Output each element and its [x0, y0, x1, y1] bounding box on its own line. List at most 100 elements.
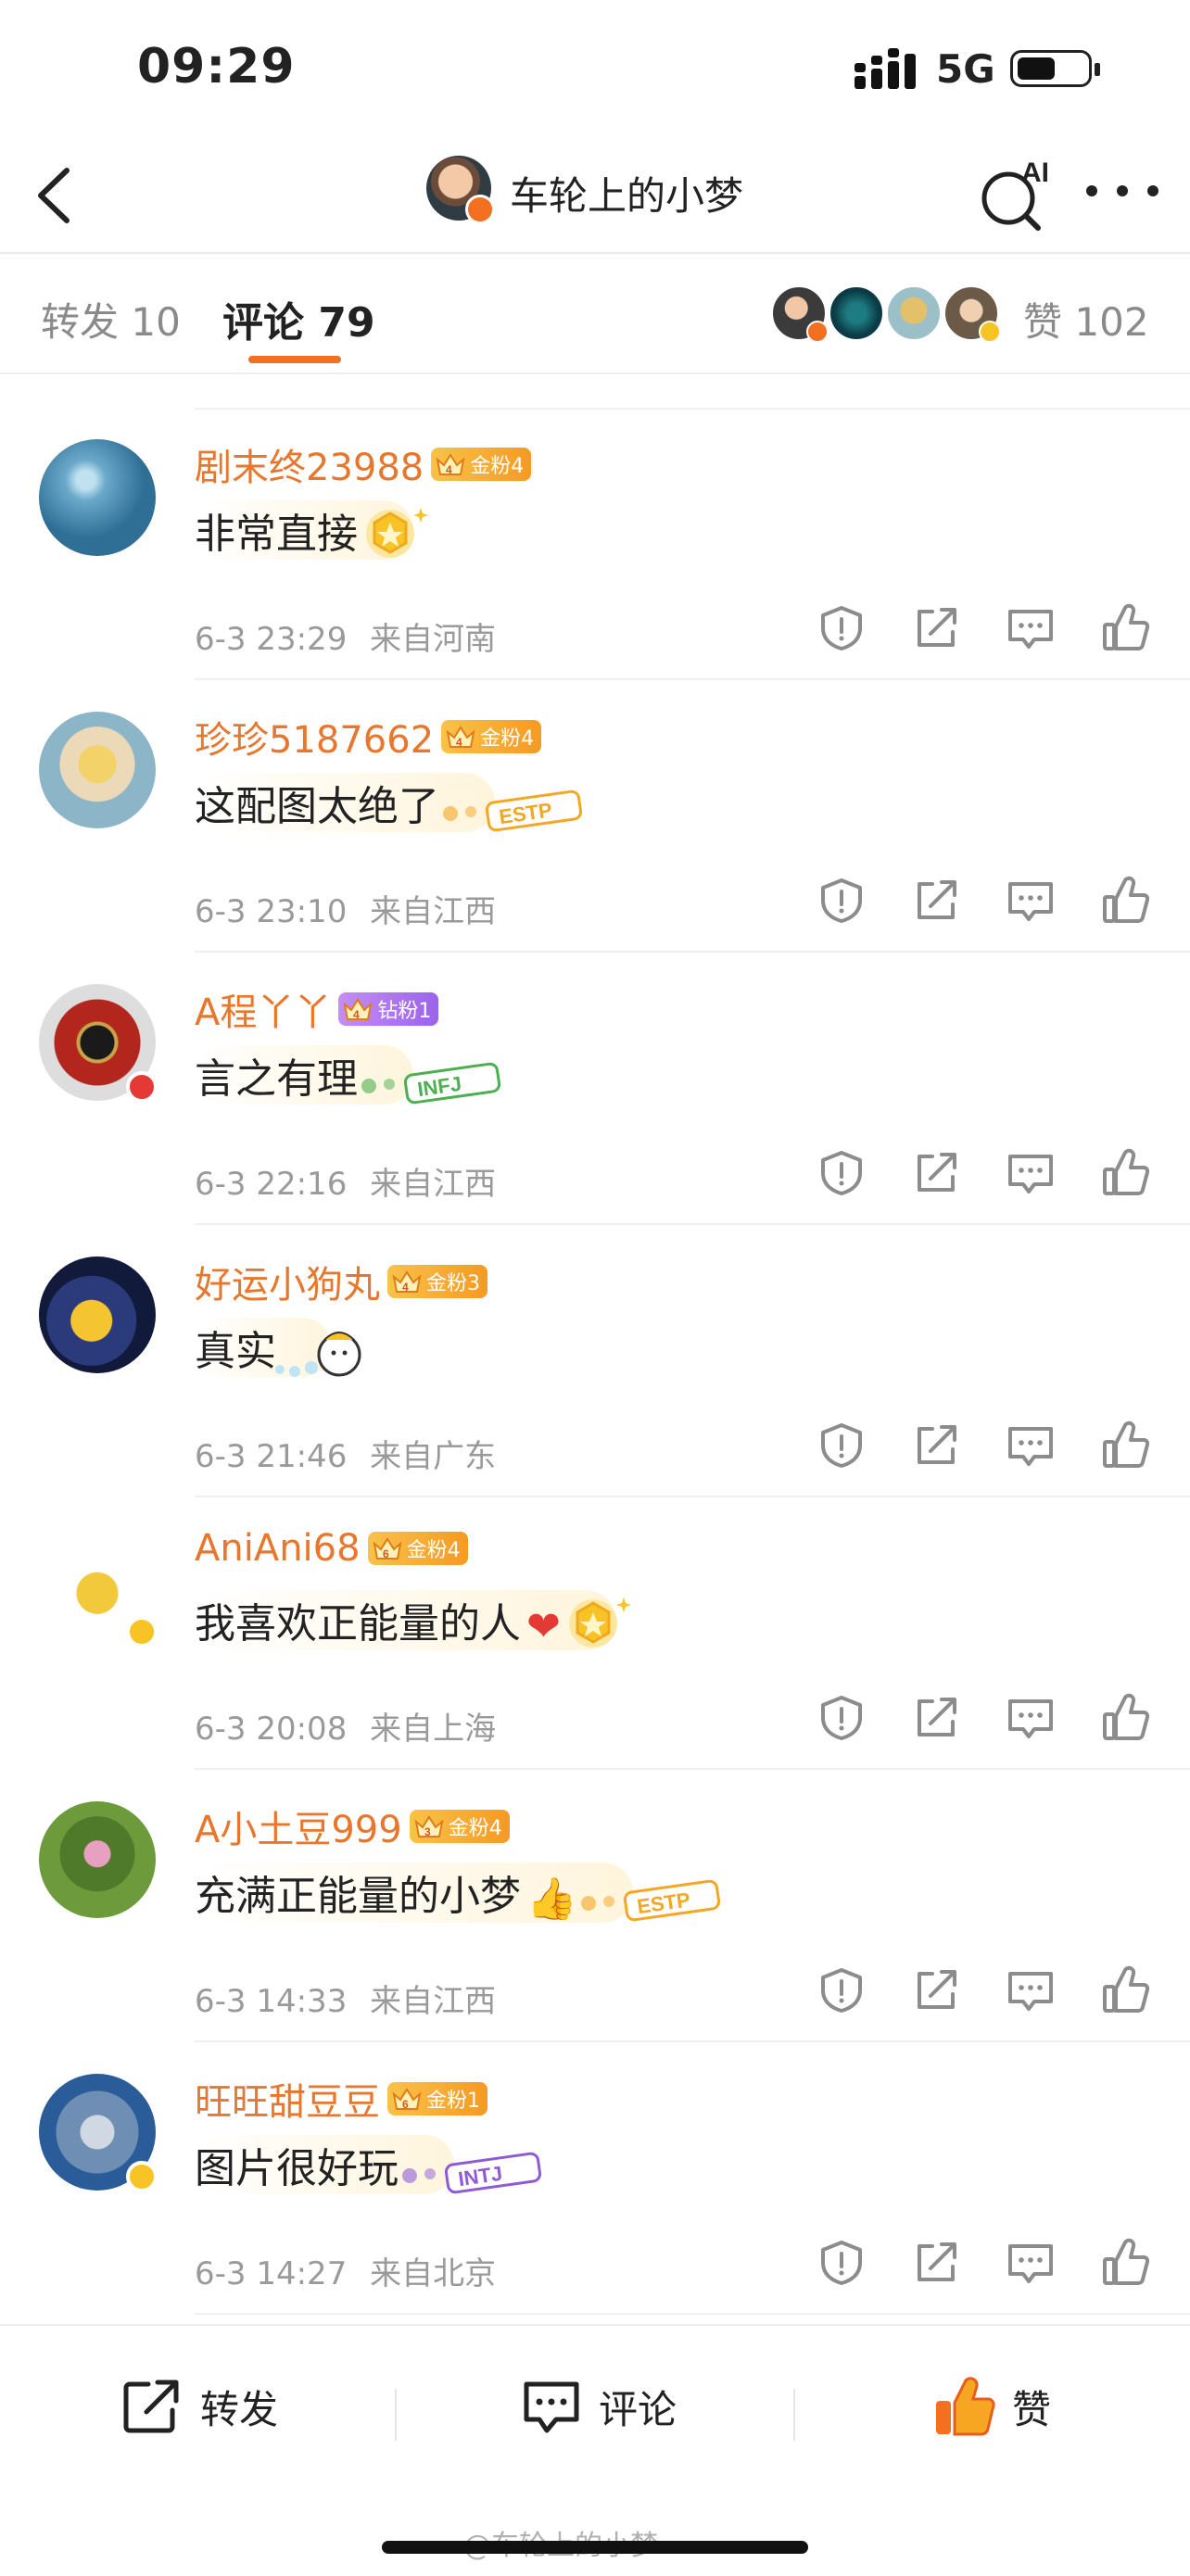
like-thumb-icon[interactable] [1099, 1692, 1151, 1744]
share-icon[interactable] [910, 1964, 962, 2016]
commenter-avatar[interactable] [39, 984, 158, 1103]
like-button[interactable]: 赞 [932, 2374, 1051, 2439]
commenter-name[interactable]: AniAni68 6 金粉4 [195, 1527, 468, 1570]
reply-icon[interactable] [1005, 602, 1057, 654]
like-thumb-icon[interactable] [1099, 1147, 1151, 1199]
comment-item[interactable]: A小土豆999 3 金粉4 充满正能量的小梦 👍 ESTP 6-3 14:33 来… [0, 1770, 1190, 2042]
share-icon[interactable] [910, 875, 962, 927]
reply-icon[interactable] [1005, 875, 1057, 927]
reply-icon[interactable] [1005, 1692, 1057, 1744]
reply-icon[interactable] [1005, 1420, 1057, 1471]
report-icon[interactable] [816, 2237, 867, 2289]
verified-badge-icon [465, 195, 495, 224]
comment-item[interactable]: 珍珍5187662 4 金粉4 这配图太绝了 ESTP 6-3 23:10 来自… [0, 680, 1190, 953]
fan-level-number: 4 [353, 1008, 360, 1021]
comment-icon [524, 2381, 579, 2433]
author-avatar[interactable] [426, 156, 495, 224]
like-thumb-icon[interactable] [1099, 1420, 1151, 1471]
reply-icon[interactable] [1005, 1964, 1057, 2016]
report-icon[interactable] [816, 1420, 867, 1471]
comment-item[interactable]: AniAni68 6 金粉4 我喜欢正能量的人 ❤ 6-3 20:08 来自上海 [0, 1497, 1190, 1770]
tab-comments[interactable]: 评论 79 [222, 289, 375, 348]
commenter-name[interactable]: 好运小狗丸 4 金粉3 [195, 1255, 487, 1308]
comment-location: 来自上海 [370, 1711, 497, 1748]
share-icon[interactable] [910, 1692, 962, 1744]
reply-icon[interactable] [1005, 2237, 1057, 2289]
report-icon[interactable] [816, 1692, 867, 1744]
fan-level-number: 6 [402, 2098, 409, 2111]
tab-likes-label: 赞 [1023, 299, 1063, 345]
repost-icon [123, 2380, 179, 2433]
share-icon[interactable] [910, 602, 962, 654]
commenter-name-text: 剧末终23988 [195, 447, 424, 489]
report-icon[interactable] [816, 1147, 867, 1199]
comment-meta: 6-3 21:46 来自广东 [195, 1431, 496, 1476]
nav-header: 车轮上的小梦 AI [0, 139, 1190, 254]
verified-badge-icon [126, 1616, 158, 1648]
report-icon[interactable] [816, 1964, 867, 2016]
report-icon[interactable] [816, 875, 867, 927]
comment-item[interactable]: 好运小狗丸 4 金粉3 真实 6-3 21:46 来自广东 [0, 1225, 1190, 1497]
commenter-name-text: 旺旺甜豆豆 [195, 2081, 380, 2124]
commenter-name-text: A小土豆999 [195, 1809, 402, 1851]
comment-location: 来自江西 [370, 1166, 497, 1203]
share-icon[interactable] [910, 1420, 962, 1471]
reply-icon[interactable] [1005, 1147, 1057, 1199]
comment-item[interactable]: A程丫丫 4 钻粉1 言之有理 INFJ 6-3 22:16 来自江西 [0, 953, 1190, 1225]
commenter-name-text: 好运小狗丸 [195, 1264, 380, 1307]
like-thumb-icon[interactable] [1099, 1964, 1151, 2016]
commenter-avatar[interactable] [39, 712, 156, 828]
page-title[interactable]: 车轮上的小梦 [510, 165, 743, 221]
commenter-avatar[interactable] [39, 2074, 158, 2192]
crown-icon: 6 [373, 1537, 402, 1560]
commenter-name[interactable]: 剧末终23988 4 金粉4 [195, 437, 532, 491]
comment-location: 来自北京 [370, 2255, 497, 2292]
commenter-avatar[interactable] [39, 1801, 156, 1918]
repost-button[interactable]: 转发 [120, 2374, 278, 2439]
comment-actions [816, 1420, 1186, 1475]
ai-search-icon[interactable]: AI [975, 150, 1058, 234]
liker-avatar [829, 285, 884, 341]
report-icon[interactable] [816, 602, 867, 654]
commenter-avatar[interactable] [39, 439, 156, 556]
crown-icon: 4 [343, 998, 373, 1021]
tab-bar: 转发 10 评论 79 赞 102 [0, 252, 1190, 374]
network-label: 5G [936, 46, 995, 92]
verified-badge-icon [126, 1071, 158, 1103]
separator [793, 2389, 795, 2441]
like-thumb-icon[interactable] [1099, 875, 1151, 927]
separator [395, 2389, 397, 2441]
commenter-name[interactable]: A小土豆999 3 金粉4 [195, 1799, 510, 1853]
comment-meta: 6-3 23:10 来自江西 [195, 886, 496, 931]
comment-actions [816, 1147, 1186, 1203]
commenter-avatar[interactable] [39, 1529, 158, 1648]
like-thumb-icon[interactable] [1099, 2237, 1151, 2289]
comment-list[interactable]: 剧末终23988 4 金粉4 非常直接 6-3 23:29 来自河南 珍珍518… [0, 374, 1190, 2320]
comment-item[interactable]: 剧末终23988 4 金粉4 非常直接 6-3 23:29 来自河南 [0, 408, 1190, 680]
comment-decoration-icon [348, 497, 432, 575]
tab-reposts[interactable]: 转发 10 [41, 291, 181, 347]
comment-button[interactable]: 评论 [519, 2374, 677, 2439]
like-thumb-icon[interactable] [1099, 602, 1151, 654]
repost-label: 转发 [200, 2386, 279, 2432]
commenter-name[interactable]: 旺旺甜豆豆 6 金粉1 [195, 2072, 487, 2126]
share-icon[interactable] [910, 2237, 962, 2289]
comment-text: 这配图太绝了 [195, 783, 439, 830]
home-indicator[interactable] [382, 2541, 808, 2554]
more-options-icon[interactable] [1081, 172, 1164, 209]
commenter-name[interactable]: A程丫丫 4 钻粉1 [195, 982, 439, 1036]
back-arrow-icon[interactable] [30, 161, 85, 230]
tab-likes[interactable]: 赞 102 [1023, 291, 1149, 347]
comment-text: 非常直接 [195, 511, 358, 558]
comment-text: 真实 [195, 1328, 276, 1375]
like-label: 赞 [1012, 2386, 1052, 2432]
commenter-avatar[interactable] [39, 1256, 156, 1373]
share-icon[interactable] [910, 1147, 962, 1199]
comment-location: 来自江西 [370, 1983, 497, 2020]
liker-avatar [886, 285, 942, 341]
comment-text: 充满正能量的小梦 [195, 1873, 521, 1920]
fan-badge-text: 钻粉1 [377, 1000, 432, 1023]
comment-item[interactable]: 旺旺甜豆豆 6 金粉1 图片很好玩 INTJ 6-3 14:27 来自北京 [0, 2042, 1190, 2315]
commenter-name[interactable]: 珍珍5187662 4 金粉4 [195, 710, 542, 764]
liker-avatars[interactable] [771, 285, 1012, 343]
